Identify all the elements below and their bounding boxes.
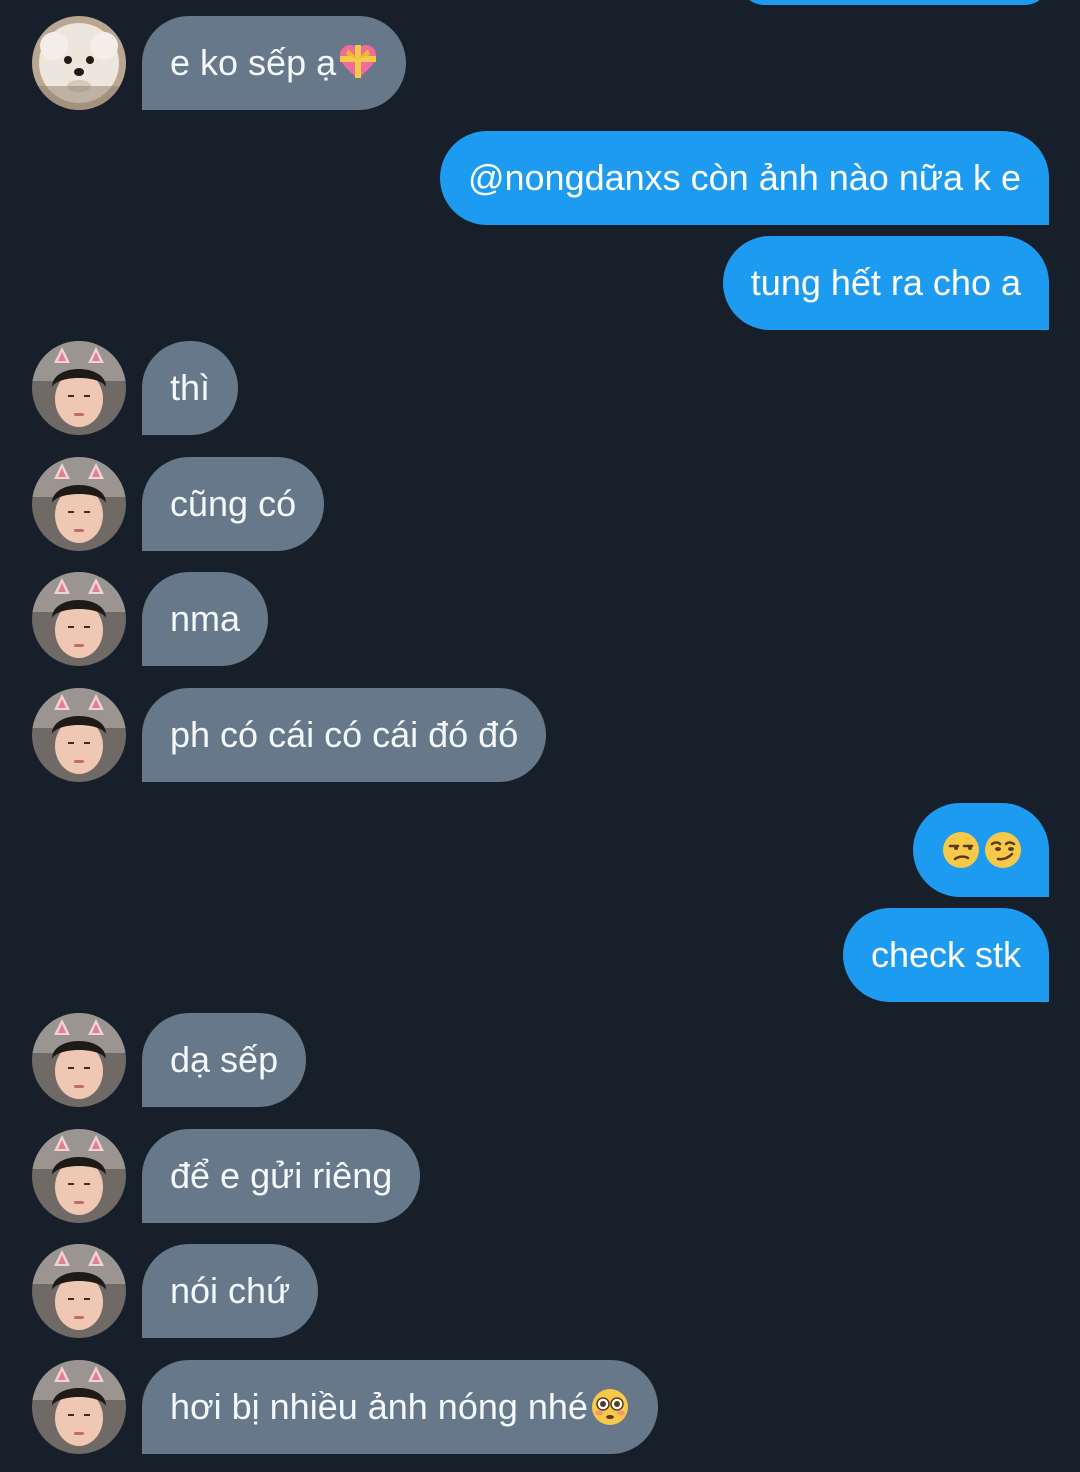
message-bubble-outgoing[interactable]: tung hết ra cho a xyxy=(722,236,1049,330)
smirking-face-icon xyxy=(983,830,1023,870)
message-text: thì xyxy=(170,367,211,408)
message-text: để e gửi riêng xyxy=(170,1155,393,1196)
user-avatar-icon xyxy=(32,457,126,551)
message-bubble-incoming[interactable]: nma xyxy=(142,572,269,666)
message-bubble-outgoing[interactable]: check stk xyxy=(842,908,1049,1002)
avatar[interactable] xyxy=(32,1244,126,1338)
message-bubble-incoming[interactable]: nói chứ xyxy=(142,1244,319,1338)
message-bubble-incoming[interactable]: hơi bị nhiều ảnh nóng nhé xyxy=(142,1360,658,1454)
previous-outgoing-bubble[interactable] xyxy=(740,0,1049,5)
avatar[interactable] xyxy=(32,1129,126,1223)
message-text: hơi bị nhiều ảnh nóng nhé xyxy=(170,1386,588,1427)
unamused-face-icon xyxy=(941,830,981,870)
message-text: cũng có xyxy=(170,483,297,524)
message-bubble-incoming[interactable]: để e gửi riêng xyxy=(142,1129,421,1223)
user-avatar-icon xyxy=(32,572,126,666)
avatar[interactable] xyxy=(32,688,126,782)
avatar[interactable] xyxy=(32,1360,126,1454)
message-text: ph có cái có cái đó đó xyxy=(170,714,519,755)
message-text: check stk xyxy=(870,934,1021,975)
flushed-face-icon xyxy=(590,1387,630,1427)
message-bubble-incoming[interactable]: thì xyxy=(142,341,239,435)
chat-screen: e ko sếp ạ @nongdanxs còn ảnh nào nữa k … xyxy=(0,0,1080,1472)
avatar[interactable] xyxy=(32,457,126,551)
user-avatar-icon xyxy=(32,1244,126,1338)
message-bubble-outgoing[interactable]: @nongdanxs còn ảnh nào nữa k e xyxy=(439,131,1049,225)
message-text: dạ sếp xyxy=(170,1039,279,1080)
user-avatar-icon xyxy=(32,1360,126,1454)
avatar[interactable] xyxy=(32,572,126,666)
message-bubble-incoming[interactable]: dạ sếp xyxy=(142,1013,307,1107)
message-bubble-incoming[interactable]: cũng có xyxy=(142,457,325,551)
message-text: nói chứ xyxy=(170,1270,291,1311)
dog-avatar-icon xyxy=(32,16,126,110)
message-text: e ko sếp ạ xyxy=(170,42,337,83)
message-bubble-outgoing[interactable] xyxy=(913,803,1049,897)
user-avatar-icon xyxy=(32,688,126,782)
message-text: nma xyxy=(170,598,241,639)
user-avatar-icon xyxy=(32,1013,126,1107)
avatar[interactable] xyxy=(32,1013,126,1107)
avatar[interactable] xyxy=(32,16,126,110)
message-text: @nongdanxs còn ảnh nào nữa k e xyxy=(467,157,1021,198)
message-bubble-incoming[interactable]: e ko sếp ạ xyxy=(142,16,407,110)
heart-with-ribbon-icon xyxy=(338,43,378,83)
user-avatar-icon xyxy=(32,1129,126,1223)
avatar[interactable] xyxy=(32,341,126,435)
user-avatar-icon xyxy=(32,341,126,435)
message-text: tung hết ra cho a xyxy=(750,262,1021,303)
message-bubble-incoming[interactable]: ph có cái có cái đó đó xyxy=(142,688,547,782)
